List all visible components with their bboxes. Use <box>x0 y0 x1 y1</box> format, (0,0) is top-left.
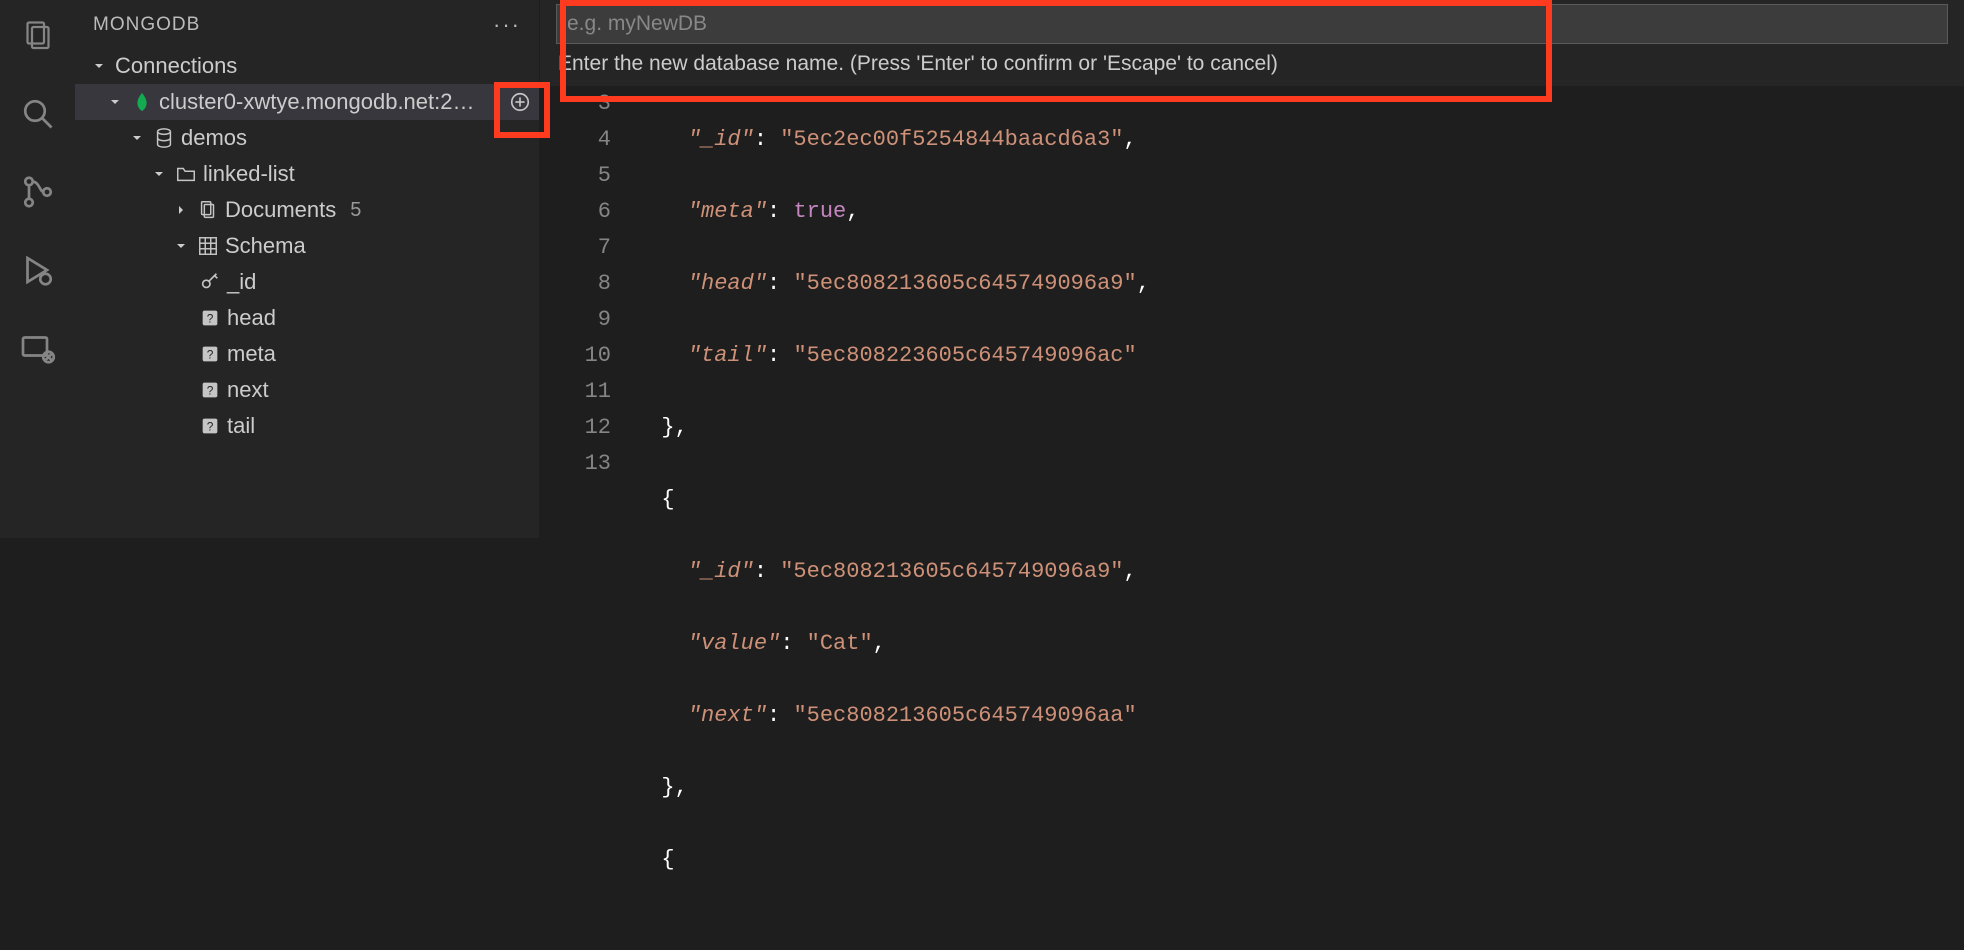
sidebar: MONGODB ··· Connections cluster0-xwtye.m… <box>75 0 540 538</box>
cluster-label: cluster0-xwtye.mongodb.net:2… <box>159 89 475 115</box>
collection-item[interactable]: linked-list <box>75 156 539 192</box>
json-key: "meta" <box>688 199 767 224</box>
add-database-button[interactable] <box>507 89 533 115</box>
json-string: "5ec808223605c645749096ac" <box>793 343 1136 368</box>
svg-text:?: ? <box>207 312 214 326</box>
line-number: 6 <box>540 194 611 230</box>
json-true: true <box>793 199 846 224</box>
schema-field-head[interactable]: ? head <box>75 300 539 336</box>
documents-item[interactable]: Documents 5 <box>75 192 539 228</box>
json-key: "_id" <box>688 127 754 152</box>
chevron-down-icon <box>105 92 125 112</box>
json-brace-close: }, <box>661 415 687 440</box>
folder-open-icon <box>175 163 197 185</box>
database-icon <box>153 127 175 149</box>
search-icon[interactable] <box>20 96 56 132</box>
field-label: _id <box>227 269 256 295</box>
chevron-down-icon <box>127 128 147 148</box>
quick-input-hint: Enter the new database name. (Press 'Ent… <box>556 44 1948 80</box>
line-number: 4 <box>540 122 611 158</box>
key-icon <box>199 271 221 293</box>
line-number: 11 <box>540 374 611 410</box>
line-number: 3 <box>540 86 611 122</box>
sidebar-header: MONGODB ··· <box>75 0 539 48</box>
unknown-type-icon: ? <box>199 307 221 329</box>
code-editor[interactable]: 3 4 5 6 7 8 9 10 11 12 13 "_id": "5ec2ec… <box>540 86 1964 950</box>
json-key: "next" <box>688 703 767 728</box>
line-number: 9 <box>540 302 611 338</box>
schema-field-tail[interactable]: ? tail <box>75 408 539 444</box>
svg-text:?: ? <box>207 420 214 434</box>
json-string: "5ec808213605c645749096a9" <box>780 559 1123 584</box>
documents-label: Documents <box>225 197 336 223</box>
json-string: "5ec2ec00f5254844baacd6a3" <box>780 127 1123 152</box>
line-number: 10 <box>540 338 611 374</box>
line-number: 8 <box>540 266 611 302</box>
chevron-down-icon <box>149 164 169 184</box>
more-actions-icon[interactable]: ··· <box>493 12 521 38</box>
line-number: 7 <box>540 230 611 266</box>
collection-label: linked-list <box>203 161 295 187</box>
json-key: "_id" <box>688 559 754 584</box>
schema-field-next[interactable]: ? next <box>75 372 539 408</box>
line-number-gutter: 3 4 5 6 7 8 9 10 11 12 13 <box>540 86 635 950</box>
unknown-type-icon: ? <box>199 379 221 401</box>
mongodb-leaf-icon <box>131 91 153 113</box>
database-item[interactable]: demos <box>75 120 539 156</box>
svg-text:?: ? <box>207 348 214 362</box>
chevron-down-icon <box>171 236 191 256</box>
cluster-item[interactable]: cluster0-xwtye.mongodb.net:2… <box>75 84 539 120</box>
connections-label: Connections <box>115 53 237 79</box>
schema-label: Schema <box>225 233 306 259</box>
svg-text:?: ? <box>207 384 214 398</box>
source-control-icon[interactable] <box>20 174 56 210</box>
connections-tree: Connections cluster0-xwtye.mongodb.net:2… <box>75 48 539 538</box>
field-label: next <box>227 377 269 403</box>
json-key: "head" <box>688 271 767 296</box>
quick-input-zone: Enter the new database name. (Press 'Ent… <box>540 0 1964 86</box>
line-number: 12 <box>540 410 611 446</box>
json-string: "5ec808213605c645749096aa" <box>793 703 1136 728</box>
activity-bar <box>0 0 75 538</box>
chevron-down-icon <box>89 56 109 76</box>
schema-field-meta[interactable]: ? meta <box>75 336 539 372</box>
field-label: head <box>227 305 276 331</box>
code-content[interactable]: "_id": "5ec2ec00f5254844baacd6a3", "meta… <box>635 86 1964 950</box>
json-brace-close: }, <box>661 775 687 800</box>
json-key: "tail" <box>688 343 767 368</box>
json-brace-open: { <box>661 847 674 872</box>
editor-area: Enter the new database name. (Press 'Ent… <box>540 0 1964 538</box>
database-label: demos <box>181 125 247 151</box>
json-string: "Cat" <box>807 631 873 656</box>
explorer-icon[interactable] <box>20 18 56 54</box>
run-debug-icon[interactable] <box>20 252 56 288</box>
new-database-name-input[interactable] <box>556 4 1948 44</box>
field-label: meta <box>227 341 276 367</box>
connections-section[interactable]: Connections <box>75 48 539 84</box>
schema-field-id[interactable]: _id <box>75 264 539 300</box>
documents-icon <box>197 199 219 221</box>
schema-grid-icon <box>197 235 219 257</box>
field-label: tail <box>227 413 255 439</box>
line-number: 5 <box>540 158 611 194</box>
unknown-type-icon: ? <box>199 415 221 437</box>
json-key: "value" <box>688 631 780 656</box>
remote-icon[interactable] <box>20 330 56 366</box>
schema-item[interactable]: Schema <box>75 228 539 264</box>
chevron-right-icon <box>171 200 191 220</box>
json-string: "5ec808213605c645749096a9" <box>793 271 1136 296</box>
line-number: 13 <box>540 446 611 482</box>
unknown-type-icon: ? <box>199 343 221 365</box>
sidebar-title: MONGODB <box>93 14 200 36</box>
json-brace-open: { <box>661 487 674 512</box>
documents-count: 5 <box>350 199 361 222</box>
